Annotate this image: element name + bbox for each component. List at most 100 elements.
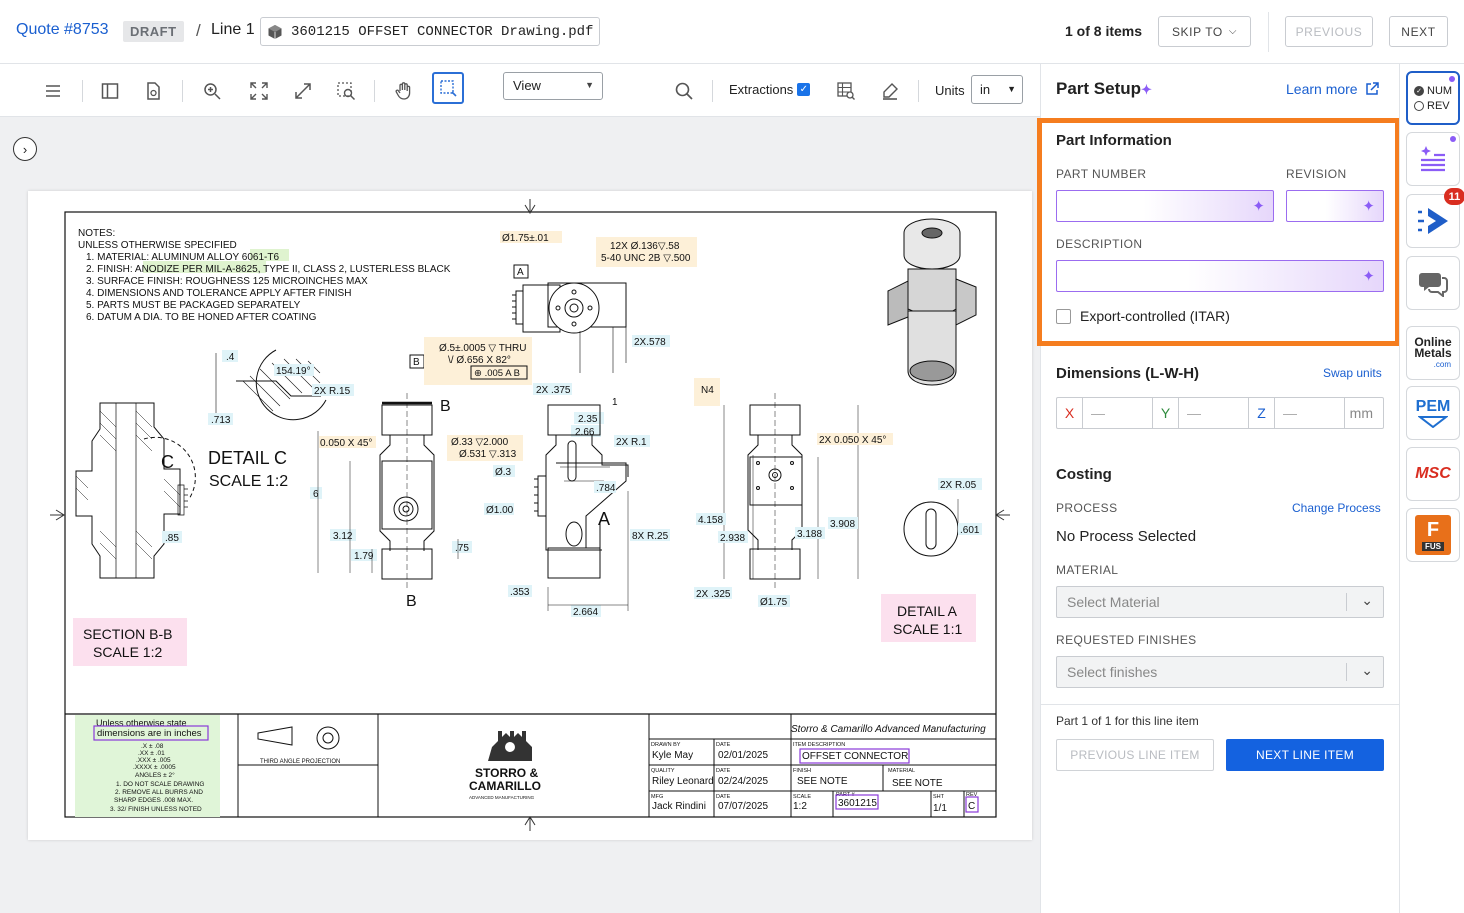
revision-input[interactable]: ✦ — [1286, 190, 1384, 222]
isometric-view — [887, 218, 977, 386]
chat-app[interactable] — [1406, 256, 1460, 310]
change-process-link[interactable]: Change Process — [1292, 501, 1381, 515]
expand-icon[interactable] — [288, 76, 318, 106]
extractions-toggle[interactable]: Extractions ✓ — [729, 82, 811, 97]
pem-app[interactable]: PEM — [1406, 386, 1460, 440]
dim-8xr25: 8X R.25 — [632, 531, 669, 542]
search-icon[interactable] — [669, 76, 699, 106]
learn-more-link[interactable]: Learn more — [1286, 81, 1380, 97]
highlighter-icon[interactable] — [875, 76, 905, 106]
learn-more-text: Learn more — [1286, 81, 1358, 97]
sidebar-icon[interactable] — [95, 76, 125, 106]
chevron-right-icon[interactable]: › — [13, 137, 37, 161]
fit-icon[interactable] — [244, 76, 274, 106]
status-badge: DRAFT — [123, 21, 184, 42]
num-rev-app[interactable]: ✓ NUM REV — [1406, 71, 1460, 125]
msc-app[interactable]: MSC — [1406, 447, 1460, 501]
section-b-top: B — [440, 398, 451, 415]
divider — [374, 80, 375, 102]
checkbox-checked-icon[interactable]: ✓ — [797, 83, 811, 96]
external-link-icon — [1366, 82, 1380, 95]
msc-label: MSC — [1415, 465, 1451, 482]
material-select[interactable]: Select Material ⌄ — [1056, 586, 1384, 618]
description-input[interactable]: ✦ — [1056, 260, 1384, 292]
previous-button[interactable]: PREVIOUS — [1285, 16, 1373, 47]
date-value-2: 02/24/2025 — [718, 776, 768, 787]
file-chip[interactable]: 3601215 OFFSET CONNECTOR Drawing.pdf — [260, 17, 600, 46]
dim-fcf: ⊕ .005 A B — [474, 368, 520, 379]
online-metals-app[interactable]: Online Metals .com — [1406, 326, 1460, 380]
company-line-2: CAMARILLO — [469, 779, 541, 793]
tol-line-7: 1. DO NOT SCALE DRAWING — [116, 781, 205, 788]
date-value-3: 07/07/2025 — [718, 801, 768, 812]
skip-to-button[interactable]: SKIP TO ⌵ — [1158, 16, 1251, 47]
section-bb-title: SECTION B-B — [83, 626, 172, 642]
chevron-down-icon: ⌄ — [1361, 592, 1373, 608]
quality-label: QUALITY — [651, 768, 675, 774]
tol-line-5: .XXXX ± .0005 — [133, 764, 176, 771]
breadcrumb-line[interactable]: Line 1 — [211, 21, 255, 39]
dim-h33a: Ø.33 ▽2.000 — [451, 437, 509, 448]
scale-value: 1:2 — [793, 801, 807, 812]
dim-85: .85 — [165, 533, 179, 544]
forward-icon — [1418, 208, 1448, 234]
quote-link[interactable]: Quote #8753 — [16, 21, 109, 39]
swap-units-link[interactable]: Swap units — [1323, 366, 1382, 380]
area-zoom-icon[interactable] — [331, 76, 361, 106]
engineering-drawing: NOTES: UNLESS OTHERWISE SPECIFIED 1. MAT… — [50, 199, 1010, 831]
view-select[interactable]: View ▼ — [503, 72, 603, 100]
fus-label: FUS — [1422, 541, 1444, 551]
part-number-input[interactable]: ✦ — [1056, 190, 1274, 222]
company-logo — [488, 731, 532, 761]
fus-logo: F FUS — [1415, 515, 1451, 555]
item-description-value: OFFSET CONNECTOR — [802, 751, 908, 762]
divider — [1041, 704, 1400, 705]
dim-y-cell: Y — — [1153, 398, 1249, 428]
dim-ch2x050: 2X 0.050 X 45° — [819, 435, 886, 446]
dim-thread1: 12X Ø.136▽.58 — [610, 241, 680, 252]
fus-app[interactable]: F FUS — [1406, 508, 1460, 562]
drawn-by-label: DRAWN BY — [651, 742, 681, 748]
finish-value: SEE NOTE — [797, 776, 848, 787]
note-2: 2. FINISH: ANODIZE PER MIL-A-8625, TYPE … — [86, 264, 451, 275]
items-count: 1 of 8 items — [1065, 23, 1143, 39]
date-label-1: DATE — [716, 742, 731, 748]
tol-line-8: 2. REMOVE ALL BURRS AND — [115, 789, 203, 796]
detail-a-title: DETAIL A — [897, 603, 958, 619]
dim-4: .4 — [226, 352, 235, 363]
units-select[interactable]: in ▼ — [971, 75, 1023, 104]
next-button[interactable]: NEXT — [1389, 16, 1448, 47]
dim-2xr05: 2X R.05 — [940, 480, 977, 491]
table-search-icon[interactable] — [831, 76, 861, 106]
menu-icon[interactable] — [38, 76, 68, 106]
select-region-icon[interactable] — [432, 72, 464, 104]
document-settings-icon[interactable] — [138, 76, 168, 106]
dim-y-input[interactable]: — — [1179, 398, 1249, 428]
notification-dot — [1449, 76, 1455, 82]
sparkle-icon: ✦ — [1141, 82, 1152, 97]
item-description-label: ITEM DESCRIPTION — [793, 742, 845, 748]
dim-ch050: 0.050 X 45° — [320, 438, 372, 449]
dimensions-title: Dimensions (L-W-H) — [1056, 365, 1200, 382]
company-full-name: Storro & Camarillo Advanced Manufacturin… — [791, 724, 986, 735]
mfg-value: Jack Rindini — [652, 801, 706, 812]
dim-x-input[interactable]: — — [1083, 398, 1153, 428]
ai-list-app[interactable] — [1406, 132, 1460, 186]
itar-checkbox[interactable]: Export-controlled (ITAR) — [1056, 308, 1230, 324]
forward-app[interactable]: 11 — [1406, 188, 1464, 248]
dim-235: 2.35 — [578, 414, 598, 425]
hand-icon[interactable] — [389, 76, 419, 106]
dim-z-cell: Z — — [1249, 398, 1345, 428]
dim-2xr1: 2X R.1 — [616, 437, 647, 448]
dim-z-input[interactable]: — — [1275, 398, 1345, 428]
dim-2664: 2.664 — [573, 607, 598, 618]
checkbox-unchecked-icon[interactable] — [1056, 308, 1071, 324]
finishes-select[interactable]: Select finishes ⌄ — [1056, 656, 1384, 688]
dim-03: Ø.3 — [495, 467, 512, 478]
next-line-item-button[interactable]: NEXT LINE ITEM — [1226, 739, 1384, 771]
dim-175b: Ø1.75 — [760, 597, 788, 608]
previous-line-item-button[interactable]: PREVIOUS LINE ITEM — [1056, 739, 1214, 771]
chevron-down-icon: ▼ — [585, 80, 594, 90]
dim-2x325: 2X .325 — [696, 589, 731, 600]
zoom-in-icon[interactable] — [197, 76, 227, 106]
